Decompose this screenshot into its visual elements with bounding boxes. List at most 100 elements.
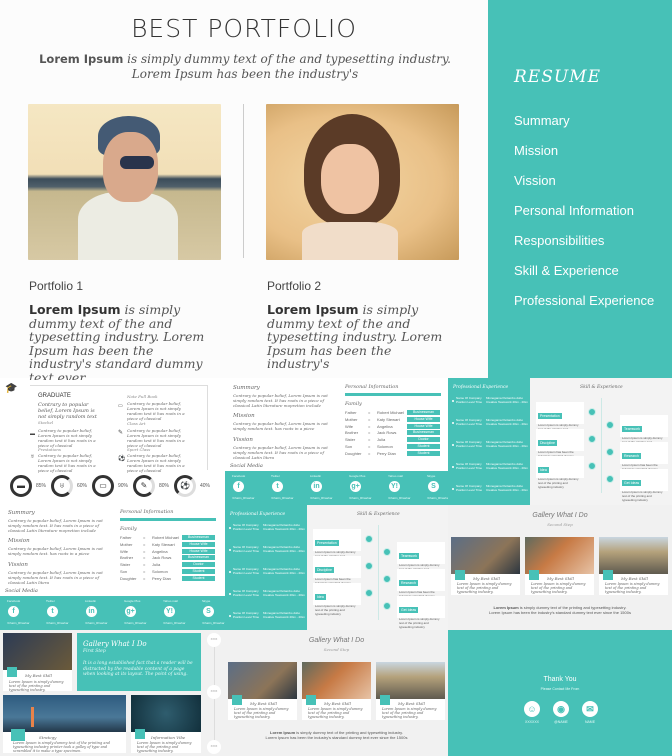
facebook-icon[interactable]: f — [233, 481, 244, 492]
briefcase-icon: ▬ — [17, 481, 25, 490]
family-name: Katy Stewart — [152, 541, 175, 547]
gallery-subtitle: First Step — [83, 649, 106, 654]
family-sep: = — [143, 562, 146, 568]
gallery-card[interactable]: My Best Skill Lorem Ipsum is simply dummy… — [228, 662, 297, 720]
facebook-icon[interactable]: f — [8, 606, 19, 617]
family-job-badge: Student — [182, 569, 215, 574]
slide-gallery-first-step[interactable]: My Best Skill Lorem Ipsum is simply dumm… — [0, 630, 205, 756]
google-plus-icon[interactable]: g+ — [125, 606, 136, 617]
resume-title: RESUME — [514, 67, 601, 87]
bullet — [452, 400, 454, 402]
block-text: Contrary to popular belief, Lorem Ipsum … — [38, 453, 96, 473]
gallery-card[interactable]: My Best Skill Lorem Ipsum is simply dumm… — [3, 633, 72, 692]
graduation-cap-icon: 🎓 — [5, 383, 18, 394]
briefcase-icon: ▬ — [30, 431, 35, 437]
portfolio-hero: BEST PORTFOLIO Lorem Ipsum is simply dum… — [0, 0, 488, 384]
family-sep: = — [368, 423, 371, 429]
gallery-card[interactable]: My Best Skill Lorem Ipsum is simply dummy… — [451, 537, 520, 595]
yahoo-mail-icon[interactable]: Y! — [164, 606, 175, 617]
timeline-box: Presentation Lorem Ipsum is simply dummy … — [536, 402, 584, 435]
timeline-box: TeamworkLorem Ipsum is simply dummy text… — [397, 542, 445, 575]
gallery-card[interactable]: Information Vibe Lorem Ipsum is simply d… — [131, 695, 201, 753]
timeline-tag: Discipline — [315, 567, 334, 573]
gallery-card[interactable]: My Best Skill Lorem Ipsum is simply dummy… — [525, 537, 594, 595]
company-info: Name Of Company Position Level Time — [456, 484, 483, 492]
timeline-dot — [606, 448, 614, 456]
company-detail: Minnegama Pertambo dobo Creative Teamwor… — [263, 589, 305, 597]
bullet — [452, 422, 454, 424]
vission-text: Contrary to popular belief, Lorem Ipsum … — [8, 570, 103, 585]
slide-summary-personal-2[interactable]: Summary Contrary to popular belief, Lorem… — [0, 505, 225, 630]
weibo-icon[interactable]: ◉ — [553, 701, 569, 717]
company-info: Name Of Company Position Level Time — [233, 545, 260, 553]
timeline-line — [378, 525, 379, 620]
resume-item-vission[interactable]: Vission — [514, 173, 556, 188]
slide-gallery-second-step-2[interactable]: Gallery What I Do Second Step My Best Skil… — [225, 630, 448, 756]
family-sep: = — [143, 575, 146, 581]
social-handle: /Chatin_Rhashar — [202, 621, 225, 625]
twitter-icon[interactable]: t — [47, 606, 58, 617]
slide-summary-personal[interactable]: Summary Contrary to popular belief, Lorem… — [225, 380, 450, 505]
resume-item-summary[interactable]: Summary — [514, 113, 570, 128]
timeline-box: Presentation Lorem Ipsum is simply dummy … — [313, 529, 361, 562]
resume-item-mission[interactable]: Mission — [514, 143, 558, 158]
card-label: My Best Skill — [324, 701, 351, 706]
resume-item-personal-information[interactable]: Personal Information — [514, 203, 634, 218]
timeline-box: Get Ideas Lorem Ipsum is simply dummy tex… — [620, 469, 668, 502]
gallery-card[interactable]: My Best Skill Lorem Ipsum is simply dummy… — [376, 662, 445, 720]
bullet — [229, 549, 231, 551]
timeline-box: Get Ideas Lorem Ipsum is simply dummy tex… — [397, 596, 445, 629]
company-detail: Minnegama Pertambo dobo Creative Teamwor… — [486, 462, 528, 470]
portfolio-2-photo[interactable] — [266, 104, 459, 260]
footer-line2: Lorem Ipsum has been the industry's stan… — [489, 610, 631, 615]
skill-percent: 40% — [200, 483, 211, 489]
skill-icon — [306, 695, 316, 705]
timeline-dot — [606, 475, 614, 483]
slide-thank-you[interactable]: Thank You Please Contact Me From ☺ XXXXXX… — [448, 630, 672, 756]
social-name: Twitter — [46, 599, 55, 603]
gallery-card[interactable]: Strategy Lorem Ipsum is simply dummy tex… — [3, 695, 126, 753]
slide-experience[interactable]: Professional Experience Name Of Company P… — [448, 378, 672, 505]
slide-gallery-second-step[interactable]: Gallery What I Do Second Step My Best Skil… — [448, 505, 672, 630]
qq-icon[interactable]: ☺ — [524, 701, 540, 717]
mission-title: Mission — [8, 538, 30, 544]
social-name: Yahoo mail — [163, 599, 178, 603]
gallery-photo — [131, 695, 201, 732]
google-plus-icon[interactable]: g+ — [350, 481, 361, 492]
skill-icon — [7, 667, 17, 677]
timeline-mark: XXXX — [207, 633, 221, 647]
social-handle: /Chatin_Rhashar — [232, 496, 255, 500]
timeline-tag: Idea — [315, 594, 326, 600]
timeline-text: Lorem Ipsum is simply dummy text of the … — [315, 604, 356, 616]
slide-education[interactable]: 🎓 GRADUATE Contrary to popular belief, L… — [0, 380, 225, 505]
block-title: Sport Class — [127, 447, 151, 452]
resume-item-skill-experience[interactable]: Skill & Experience — [514, 263, 619, 278]
mission-text: Contrary to popular belief, Lorem Ipsum … — [8, 546, 103, 556]
twitter-icon[interactable]: t — [272, 481, 283, 492]
wechat-icon[interactable]: ✉ — [582, 701, 598, 717]
linkedin-icon[interactable]: in — [311, 481, 322, 492]
card-label: My Best Skill — [473, 576, 500, 581]
resume-item-responsibilities[interactable]: Responsibilities — [514, 233, 604, 248]
portfolio-1-photo[interactable] — [28, 104, 221, 260]
skill-ring: ▭ — [92, 475, 114, 497]
skype-icon[interactable]: S — [203, 606, 214, 617]
family-title: Family — [345, 401, 362, 407]
gallery-card[interactable]: My Best Skill Lorem Ipsum is simply dummy… — [302, 662, 371, 720]
social-handle: /Chatin_Rhashar — [85, 621, 108, 625]
slide-experience-2[interactable]: Professional Experience Name Of Company P… — [225, 505, 448, 630]
family-sep: = — [368, 416, 371, 422]
block-text: Contrary to popular belief, Lorem Ipsum … — [38, 428, 96, 448]
skype-icon[interactable]: S — [428, 481, 439, 492]
gallery-card[interactable]: My Best Skill Lorem Ipsum is simply dummy… — [599, 537, 668, 595]
card-text: Lorem Ipsum is simply dummy text of the … — [531, 582, 586, 594]
resume-item-professional-experience[interactable]: Professional Experience — [514, 293, 654, 308]
gallery-photo — [525, 537, 594, 574]
personal-info-title: Personal Information — [345, 384, 399, 390]
timeline-line — [601, 398, 602, 493]
card-text: Lorem Ipsum is simply dummy text of the … — [234, 707, 289, 719]
family-job-badge: House Wife — [407, 416, 440, 422]
social-name: Linkedin — [85, 599, 97, 603]
linkedin-icon[interactable]: in — [86, 606, 97, 617]
yahoo-mail-icon[interactable]: Y! — [389, 481, 400, 492]
